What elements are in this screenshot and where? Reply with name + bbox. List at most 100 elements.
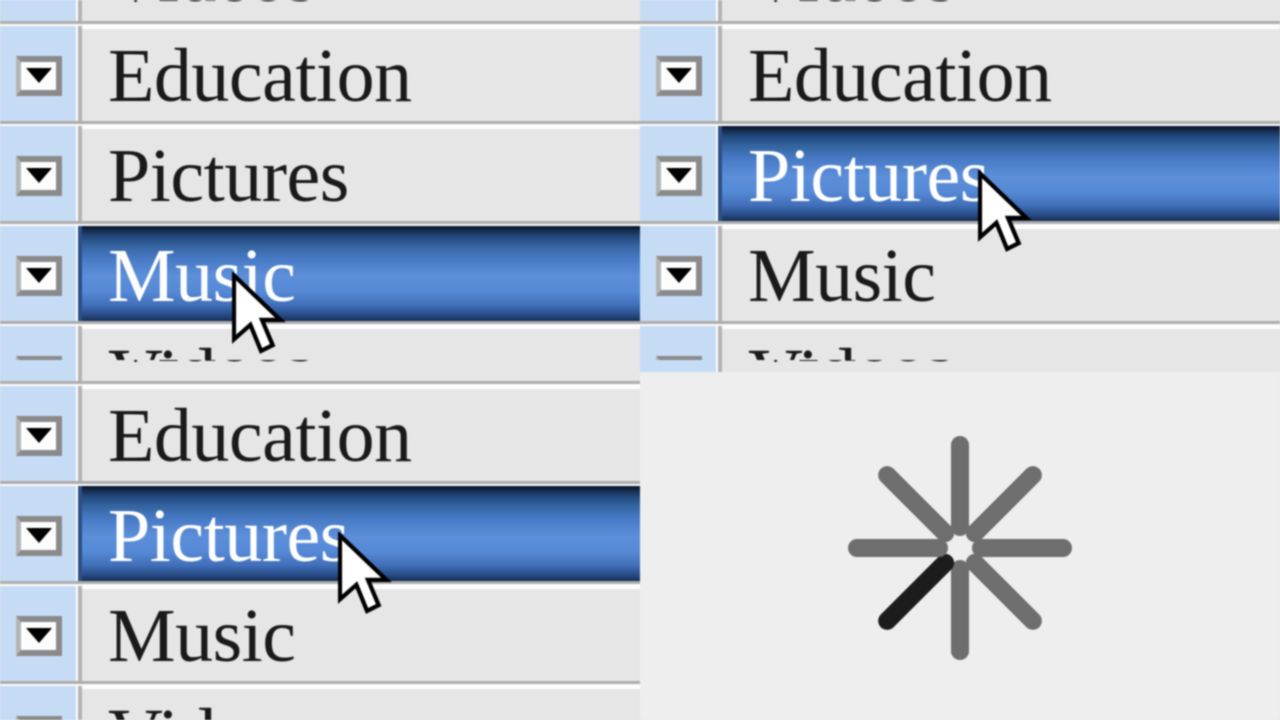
spinner-spoke (848, 539, 948, 557)
row-label: Videos (82, 360, 316, 374)
dropdown-triangle-icon (25, 68, 52, 83)
row-cell[interactable]: Pictures (78, 486, 640, 586)
row-gutter (640, 226, 718, 326)
row-separator (640, 321, 1280, 326)
list-row[interactable]: Videos (0, 326, 640, 360)
row-label: Music (108, 594, 296, 678)
row-gutter (0, 26, 78, 126)
list-row[interactable]: Music (640, 226, 1280, 326)
spinner-spoke (874, 462, 958, 546)
dropdown-button[interactable] (16, 56, 62, 96)
row-separator (640, 221, 1280, 226)
row-label: Music (108, 234, 296, 318)
list-row-selected[interactable]: Pictures (640, 126, 1280, 226)
row-label: Videos (82, 338, 316, 360)
row-label: Pictures (108, 494, 349, 578)
row-cell[interactable]: Pictures (718, 126, 1280, 226)
row-label: Pictures (108, 134, 349, 218)
row-separator (0, 221, 640, 226)
dropdown-triangle-icon (665, 68, 692, 83)
row-cell[interactable]: Music (78, 586, 640, 686)
row-separator (0, 321, 640, 326)
row-gutter (0, 686, 78, 720)
row-separator (0, 121, 640, 126)
row-separator (640, 21, 1280, 26)
loading-spinner-icon (835, 423, 1085, 673)
list-panel-top-right: Videos Education (640, 0, 1280, 360)
spinner-spoke (962, 550, 1046, 634)
list-row[interactable]: Videos (640, 326, 1280, 360)
row-label: Education (108, 394, 412, 478)
dropdown-triangle-icon (25, 168, 52, 183)
dropdown-triangle-icon (665, 168, 692, 183)
list-row[interactable]: Videos (0, 686, 640, 720)
list-row[interactable]: Videos (640, 0, 1280, 26)
row-cell[interactable]: Pictures (78, 126, 640, 226)
dropdown-button[interactable] (16, 416, 62, 456)
dropdown-button[interactable] (16, 156, 62, 196)
spinner-spoke (951, 436, 969, 536)
list-row[interactable]: Education (0, 386, 640, 486)
dropdown-button[interactable] (656, 156, 702, 196)
row-label: Videos (82, 0, 316, 14)
row-separator (0, 481, 640, 486)
dropdown-button[interactable] (16, 516, 62, 556)
dropdown-triangle-icon (665, 268, 692, 283)
dropdown-triangle-icon (25, 268, 52, 283)
row-gutter (0, 586, 78, 686)
row-gutter (0, 126, 78, 226)
dropdown-button[interactable] (16, 256, 62, 296)
row-gutter (640, 26, 718, 126)
row-separator (0, 581, 640, 586)
row-cell[interactable]: Education (718, 26, 1280, 126)
row-separator (0, 681, 640, 686)
row-cell[interactable]: Education (78, 26, 640, 126)
row-label: Videos (722, 338, 956, 360)
folder-list: Videos Education (640, 0, 1280, 360)
row-separator (0, 21, 640, 26)
row-cell[interactable]: Videos (718, 326, 1280, 360)
dropdown-triangle-icon (25, 628, 52, 643)
row-cell[interactable]: Music (78, 226, 640, 326)
list-row[interactable]: Education (640, 26, 1280, 126)
spinner-spoke (972, 539, 1072, 557)
row-gutter (640, 326, 718, 360)
row-gutter (0, 486, 78, 586)
list-row-selected[interactable]: Pictures (0, 486, 640, 586)
row-cell[interactable]: Music (718, 226, 1280, 326)
row-cell[interactable]: Education (78, 386, 640, 486)
folder-list: Videos Education (0, 360, 640, 720)
screen-root: Videos Education (0, 0, 1280, 720)
list-row[interactable]: Pictures (0, 126, 640, 226)
row-separator (640, 121, 1280, 126)
row-gutter (0, 326, 78, 360)
row-label: Education (108, 34, 412, 118)
dropdown-triangle-icon (25, 528, 52, 543)
spinner-spoke (962, 462, 1046, 546)
row-label: Education (748, 34, 1052, 118)
spinner-spoke (951, 560, 969, 660)
list-row[interactable]: Videos (0, 0, 640, 26)
row-gutter (0, 226, 78, 326)
row-label: Pictures (748, 134, 989, 218)
list-panel-top-left: Videos Education (0, 0, 640, 360)
row-gutter (640, 126, 718, 226)
loading-overlay-panel (640, 372, 1280, 720)
row-gutter (0, 386, 78, 486)
row-label: Videos (722, 0, 956, 14)
dropdown-button[interactable] (16, 616, 62, 656)
dropdown-button[interactable] (656, 256, 702, 296)
row-label: Videos (82, 698, 316, 720)
row-separator (0, 381, 640, 386)
row-cell[interactable]: Videos (78, 326, 640, 360)
list-row-selected[interactable]: Music (0, 226, 640, 326)
dropdown-button[interactable] (16, 716, 62, 720)
list-row[interactable]: Education (0, 26, 640, 126)
spinner-spoke-active (874, 550, 958, 634)
row-cell[interactable]: Videos (78, 686, 640, 720)
list-row[interactable]: Videos (0, 360, 640, 386)
dropdown-button[interactable] (656, 56, 702, 96)
row-label: Music (748, 234, 936, 318)
list-row[interactable]: Music (0, 586, 640, 686)
list-panel-bottom-left: Videos Education (0, 360, 640, 720)
